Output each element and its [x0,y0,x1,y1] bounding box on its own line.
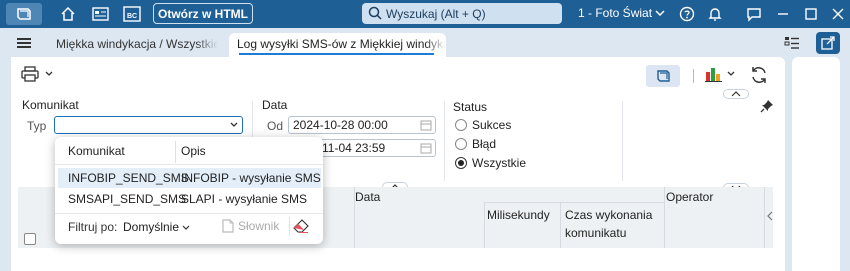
tabs-bar: Miękka windykacja / Wszystkie Log wysyłk… [0,28,850,58]
menu-icon[interactable] [17,38,31,48]
chevron-up-icon [731,91,741,97]
option-komunikat: INFOBIP_SEND_SMS [68,171,189,185]
search-input[interactable]: Wyszukaj (Alt + Q) [362,3,562,24]
option-opis: INFOBIP - wysyłanie SMS [181,171,321,185]
radio-dot[interactable] [455,119,467,131]
column-header-line: komunikatu [565,226,627,240]
option-opis: SLAPI - wysyłanie SMS [181,192,308,206]
tab-miekka-windykacja[interactable]: Miękka windykacja / Wszystkie [48,33,218,58]
typ-label: Typ [27,119,47,133]
column-header-operator[interactable]: Operator [666,188,713,206]
bar-chart-icon [705,68,722,82]
svg-text:BC: BC [127,13,137,20]
option-komunikat: SMSAPI_SEND_SMS [68,192,187,206]
company-selector[interactable]: 1 - Foto Świat [578,6,652,20]
view-3d-button[interactable] [646,65,680,87]
radio-label: Sukces [472,118,512,132]
filter-by-value: Domyślnie [123,220,180,234]
document-list-icon[interactable] [91,5,109,23]
app-logo-icon[interactable] [6,3,42,25]
dropdown-option[interactable]: INFOBIP_SEND_SMS INFOBIP - wysyłanie SMS [58,168,321,188]
tab-label: Miękka windykacja / Wszystkie [56,37,218,51]
cube-icon [657,70,670,82]
calendar-icon[interactable] [420,119,432,131]
dropdown-header: Komunikat Opis [55,137,323,165]
dropdown-column-komunikat: Komunikat [68,144,125,158]
dictionary-icon [222,219,234,233]
open-external-icon[interactable] [816,32,840,54]
list-view-icon[interactable] [783,34,801,52]
printer-icon [21,66,39,82]
chevron-down-icon [182,225,190,230]
pin-icon[interactable] [760,99,774,116]
filter-by-select[interactable]: Domyślnie [123,220,190,234]
title-bar: BC Otwórz w HTML Wyszukaj (Alt + Q) 1 - … [0,0,850,28]
typ-select[interactable] [54,116,243,134]
close-icon[interactable] [829,5,847,23]
clear-button[interactable] [289,217,311,235]
status-radio-wszystkie[interactable]: Wszystkie [455,156,526,170]
refresh-icon[interactable] [749,65,769,88]
radio-label: Wszystkie [472,156,526,170]
bell-icon[interactable] [706,5,724,23]
chevron-down-icon[interactable] [655,6,665,20]
date-from-input[interactable]: 2024-10-28 00:00 [288,116,436,134]
chevron-down-icon [727,71,735,76]
dropdown-option[interactable]: SMSAPI_SEND_SMS SLAPI - wysyłanie SMS [58,189,321,209]
status-radio-sukces[interactable]: Sukces [455,118,511,132]
home-icon[interactable] [59,5,77,23]
notification-panel-icon[interactable] [745,5,763,23]
open-in-html-button[interactable]: Otwórz w HTML [153,3,253,24]
search-icon [368,6,382,20]
help-icon[interactable] [678,5,696,23]
minimize-icon[interactable] [774,5,792,23]
column-header-line: Czas wykonania [565,208,653,222]
radio-label: Błąd [472,137,497,151]
chart-button[interactable] [705,66,735,82]
status-section-label: Status [453,100,488,114]
bc-icon[interactable]: BC [122,5,142,23]
od-label: Od [267,119,284,133]
tab-log-wysylki-sms[interactable]: Log wysyłki SMS-ów z Miękkiej windykacji [229,33,446,58]
chevron-down-icon [45,71,53,76]
status-radio-blad[interactable]: Błąd [455,137,496,151]
date-to-value: 11-04 23:59 [322,141,386,155]
search-placeholder: Wyszukaj (Alt + Q) [386,6,486,21]
chevron-left-icon[interactable] [767,211,773,221]
slownik-button[interactable]: Słownik [221,219,279,233]
radio-dot[interactable] [455,157,467,169]
slownik-label: Słownik [238,219,280,233]
side-panel [792,57,840,271]
radio-dot[interactable] [455,138,467,150]
typ-dropdown: Komunikat Opis INFOBIP_SEND_SMS INFOBIP … [55,137,323,244]
chevron-down-icon [230,122,238,127]
column-header-czas-wykonania[interactable]: Czas wykonania komunikatu [565,206,652,242]
tab-label: Log wysyłki SMS-ów z Miękkiej windykacji [237,37,446,51]
calendar-icon[interactable] [420,142,432,154]
dropdown-column-opis: Opis [181,144,206,158]
print-button[interactable] [21,66,53,82]
column-header-milisekundy[interactable]: Milisekundy [487,206,550,224]
column-header-data[interactable]: Data [355,188,380,206]
komunikat-section-label: Komunikat [22,98,79,112]
data-section-label: Data [262,98,288,112]
date-from-value: 2024-10-28 00:00 [293,118,388,132]
filter-by-label: Filtruj po: [68,220,118,234]
select-all-checkbox[interactable] [24,233,36,245]
collapse-toolbar-button[interactable] [723,89,749,99]
eraser-icon [292,219,309,233]
maximize-icon[interactable] [802,5,820,23]
